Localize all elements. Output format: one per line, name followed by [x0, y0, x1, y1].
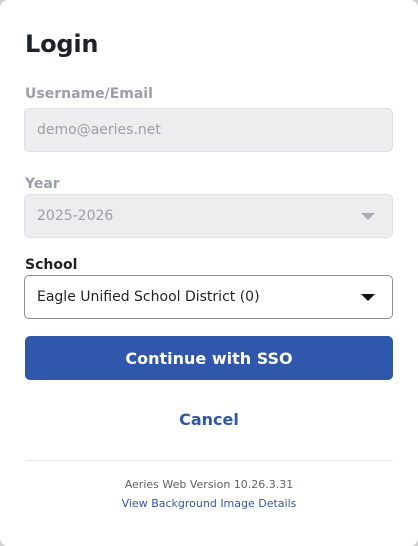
background-image-details-link[interactable]: View Background Image Details [0, 497, 418, 510]
username-field: demo@aeries.net [24, 108, 393, 152]
username-label: Username/Email [25, 86, 153, 102]
year-select: 2025-2026 [24, 194, 393, 238]
year-label: Year [25, 176, 60, 192]
year-value: 2025-2026 [37, 208, 114, 224]
school-label: School [25, 257, 78, 273]
username-value: demo@aeries.net [37, 122, 161, 138]
school-select[interactable]: Eagle Unified School District (0) [24, 275, 393, 319]
cancel-button[interactable]: Cancel [0, 410, 418, 429]
school-value: Eagle Unified School District (0) [37, 289, 260, 305]
page-title: Login [25, 30, 99, 58]
chevron-down-icon [361, 293, 375, 301]
login-card: Login Username/Email demo@aeries.net Yea… [0, 0, 418, 546]
chevron-down-icon [361, 212, 375, 220]
version-text: Aeries Web Version 10.26.3.31 [124, 478, 294, 491]
continue-sso-button[interactable]: Continue with SSO [25, 336, 393, 380]
divider [25, 460, 393, 461]
